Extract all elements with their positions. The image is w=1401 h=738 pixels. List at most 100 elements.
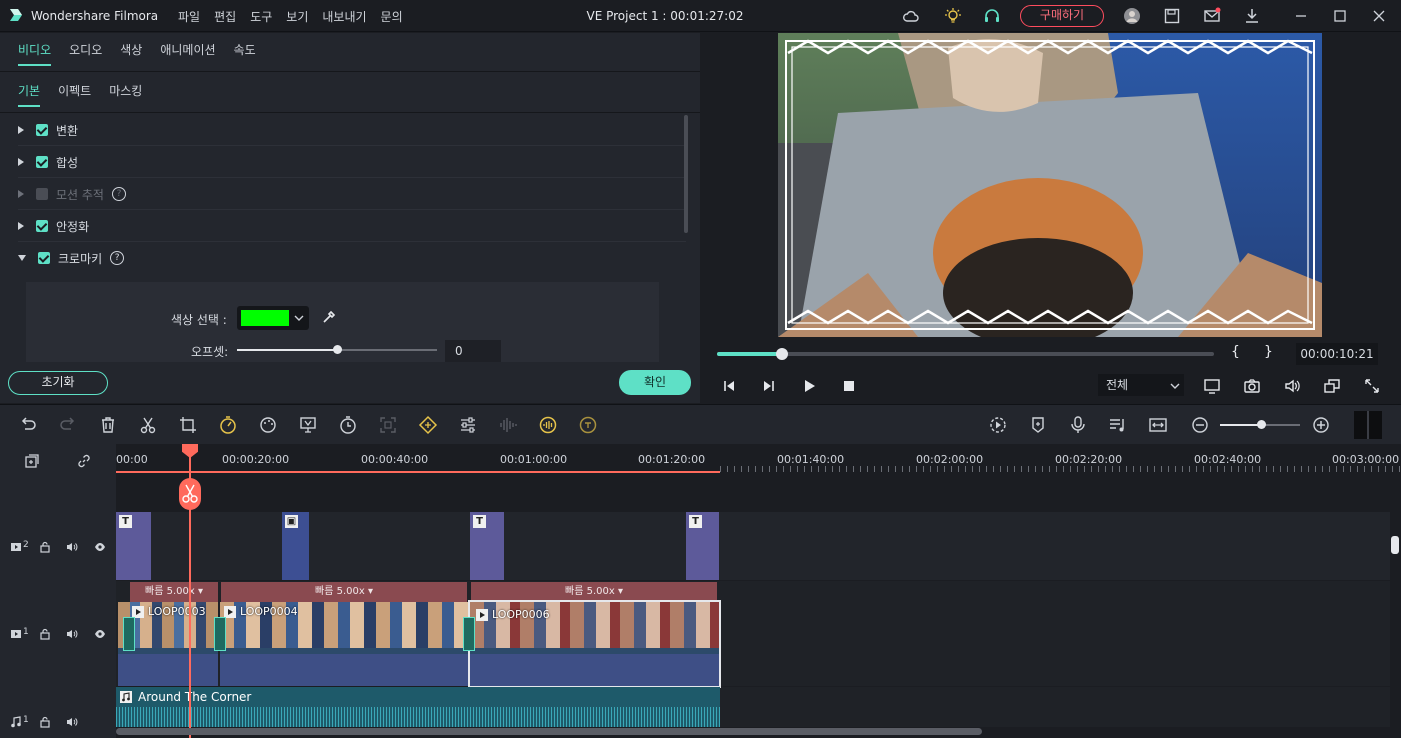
help-icon[interactable]: ? [111,187,126,201]
timeline-horizontal-scrollbar[interactable] [116,728,982,735]
speaker-icon[interactable] [66,541,78,553]
video-clip-loop0006[interactable]: LOOP0006 [468,600,721,688]
audio-mixer-icon[interactable] [1108,415,1128,435]
redo-icon[interactable] [58,415,78,435]
property-stabilization[interactable]: 안정화 [18,216,89,236]
video-clip-loop0004[interactable]: LOOP0004 [220,602,468,686]
display-icon[interactable] [1203,377,1221,395]
transition-marker[interactable] [214,617,226,651]
preview-seek-bar[interactable] [717,348,1214,360]
close-icon[interactable] [1370,7,1388,25]
mail-icon[interactable] [1203,7,1221,25]
offset-slider[interactable] [237,345,437,354]
expand-arrow-icon[interactable] [18,222,24,230]
tab-audio[interactable]: 오디오 [69,41,102,66]
zoom-out-icon[interactable] [1190,415,1210,435]
help-icon[interactable]: ? [110,251,125,265]
mark-out-button[interactable]: } [1264,344,1273,360]
menu-export[interactable]: 내보내기 [322,8,366,25]
expand-arrow-icon[interactable] [18,158,24,166]
property-compositing[interactable]: 합성 [18,152,78,172]
menu-tools[interactable]: 도구 [250,8,272,25]
adjust-icon[interactable] [458,415,478,435]
expand-arrow-icon[interactable] [18,126,24,134]
speaker-icon[interactable] [66,716,78,728]
green-screen-icon[interactable] [298,415,318,435]
title-clip[interactable]: T [116,512,151,580]
avatar[interactable] [1123,7,1141,25]
speed-icon[interactable] [218,415,238,435]
cloud-icon[interactable] [902,7,920,25]
reset-button[interactable]: 초기화 [8,371,108,395]
playhead-split-button[interactable] [179,478,201,510]
offset-slider-knob[interactable] [333,345,342,354]
checkbox-stabilization[interactable] [36,220,48,232]
lock-icon[interactable] [39,628,51,640]
auto-reframe-icon[interactable] [378,415,398,435]
microphone-icon[interactable] [1068,415,1088,435]
play-icon[interactable] [801,378,817,394]
tab-speed[interactable]: 속도 [234,41,256,66]
eye-icon[interactable] [94,541,106,553]
buy-button[interactable]: 구매하기 [1020,5,1104,27]
maximize-icon[interactable] [1331,7,1349,25]
lightbulb-icon[interactable] [944,7,962,25]
lock-icon[interactable] [39,541,51,553]
checkbox-transform[interactable] [36,124,48,136]
headset-icon[interactable] [983,7,1001,25]
stop-icon[interactable] [841,378,857,394]
title-clip[interactable]: T [470,512,504,580]
duration-icon[interactable] [338,415,358,435]
seek-knob[interactable] [775,348,788,360]
marker-icon[interactable] [1028,415,1048,435]
time-ruler[interactable]: 00:00 00:00:20:00 00:00:40:00 00:01:00:0… [116,444,1401,474]
menu-edit[interactable]: 편집 [214,8,236,25]
speed-label-bar[interactable]: 빠름 5.00x ▾ [221,582,467,602]
text-to-speech-icon[interactable] [578,415,598,435]
speed-label-bar[interactable]: 빠름 5.00x ▾ [130,582,218,602]
crop-icon[interactable] [178,415,198,435]
tab-video[interactable]: 비디오 [18,41,52,66]
color-palette-icon[interactable] [258,415,278,435]
timeline-vertical-scrollbar[interactable] [1391,536,1399,554]
transition-marker[interactable] [123,617,135,651]
mark-in-button[interactable]: { [1231,344,1240,360]
speed-label-bar[interactable]: 빠름 5.00x ▾ [471,582,717,602]
tab-masking[interactable]: 마스킹 [109,82,142,107]
menu-view[interactable]: 보기 [286,8,308,25]
zoom-in-icon[interactable] [1311,415,1331,435]
collapse-arrow-icon[interactable] [18,255,26,261]
link-icon[interactable] [76,453,92,469]
audio-stretch-icon[interactable] [538,415,558,435]
property-chroma-key[interactable]: 크로마키 ? [18,248,125,268]
fit-timeline-icon[interactable] [1148,415,1168,435]
element-clip[interactable]: ▣ [282,512,309,580]
tab-basic[interactable]: 기본 [18,82,41,107]
zoom-slider[interactable] [1220,420,1300,429]
download-icon[interactable] [1243,7,1261,25]
property-transform[interactable]: 변환 [18,120,78,140]
transition-marker[interactable] [463,617,475,651]
tab-color[interactable]: 색상 [120,41,142,66]
minimize-icon[interactable] [1292,7,1310,25]
lock-icon[interactable] [39,716,51,728]
panel-scrollbar[interactable] [684,115,688,233]
offset-input[interactable]: 0 [445,340,501,362]
menu-file[interactable]: 파일 [178,8,200,25]
undo-icon[interactable] [18,415,38,435]
panel-layout-button[interactable] [1354,411,1382,439]
keyframe-icon[interactable] [418,415,438,435]
camera-icon[interactable] [1243,377,1261,395]
tab-animation[interactable]: 애니메이션 [160,41,215,66]
delete-icon[interactable] [98,415,118,435]
tab-effects[interactable]: 이펙트 [58,82,91,107]
eyedropper-icon[interactable] [321,309,337,325]
checkbox-compositing[interactable] [36,156,48,168]
add-track-icon[interactable] [24,453,40,469]
checkbox-chroma-key[interactable] [38,252,50,264]
aspect-ratio-icon[interactable] [1323,377,1341,395]
color-picker-dropdown[interactable] [237,306,309,330]
zoom-slider-knob[interactable] [1257,420,1266,429]
next-frame-icon[interactable] [761,378,777,394]
quality-dropdown[interactable]: 전체 [1098,374,1184,396]
